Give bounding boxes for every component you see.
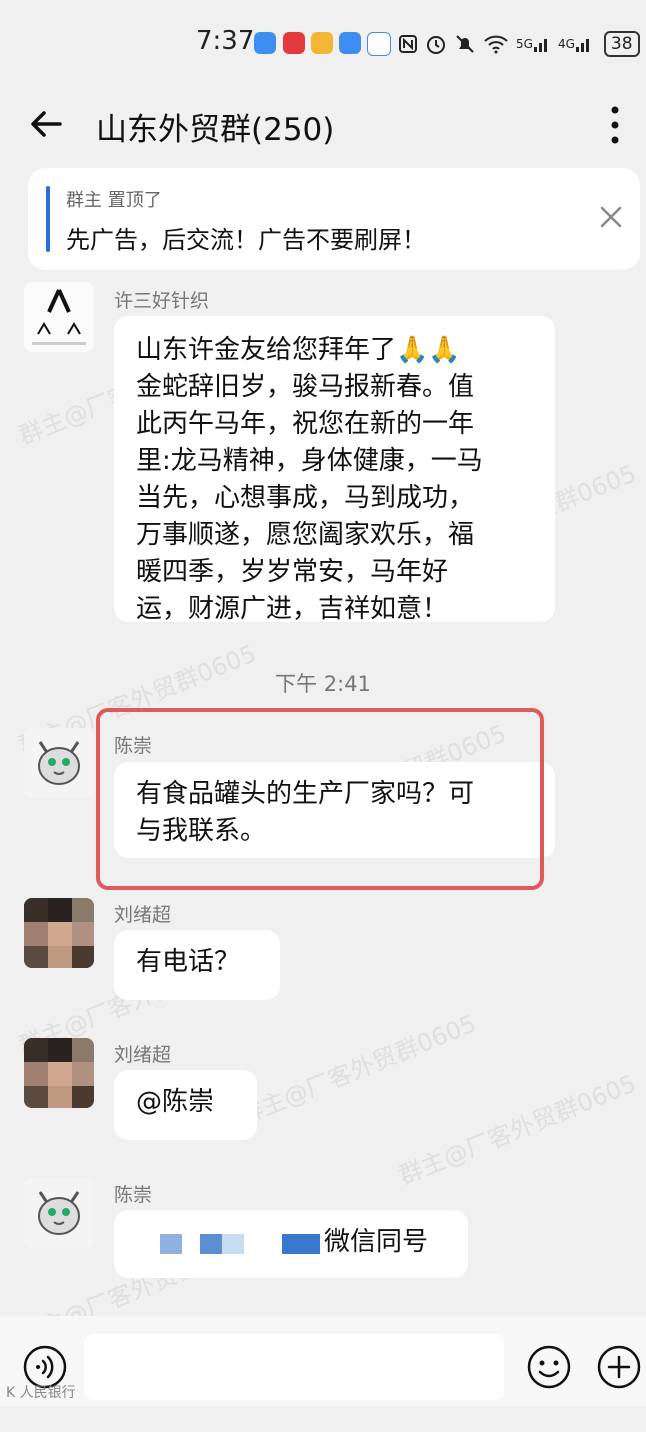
pinned-meta: 群主 置顶了	[66, 190, 162, 211]
pixelated-avatar-icon	[24, 898, 94, 968]
sender-name: 陈崇	[114, 735, 153, 757]
message-text: 微信同号	[324, 1227, 429, 1257]
redacted-number-block	[200, 1234, 222, 1254]
pinned-accent-bar	[46, 186, 50, 252]
pinned-text: 先广告，后交流！广告不要刷屏！	[66, 226, 426, 254]
cat-avatar-icon	[24, 1178, 94, 1248]
pinned-close-button[interactable]	[596, 202, 626, 232]
watermark: 群主@厂客外贸群0605	[234, 1009, 481, 1131]
sender-name: 陈崇	[114, 1184, 153, 1206]
watermark: 群主@厂客外贸群0605	[394, 1069, 641, 1191]
status-time: 7:37	[196, 26, 255, 56]
message-input[interactable]	[84, 1334, 504, 1400]
more-options-button[interactable]	[598, 102, 632, 148]
alarm-icon	[425, 31, 447, 57]
status-bar: 7:37 5G 4G 38	[0, 0, 646, 88]
emoji-icon	[527, 1345, 571, 1389]
redacted-number-block	[160, 1234, 182, 1254]
arrow-left-icon	[31, 111, 62, 137]
wifi-icon	[483, 31, 509, 57]
sender-avatar[interactable]	[24, 282, 94, 352]
signal-4g-label: 4G	[557, 37, 575, 51]
input-bar	[0, 1316, 646, 1406]
cat-avatar-icon	[24, 728, 94, 798]
sender-avatar[interactable]	[24, 1038, 94, 1108]
sender-name: 刘绪超	[114, 904, 172, 926]
pinned-announcement[interactable]: 群主 置顶了 先广告，后交流！广告不要刷屏！	[28, 168, 640, 270]
redacted-number-block	[222, 1234, 244, 1254]
message-bubble[interactable]: 微信同号	[114, 1210, 468, 1278]
corner-watermark: K 人民银行	[6, 1385, 76, 1401]
message-bubble[interactable]: 山东许金友给您拜年了🙏🙏 金蛇辞旧岁，骏马报新春。值 此丙午马年，祝您在新的一年…	[114, 316, 555, 624]
cloud2-app-icon	[339, 32, 361, 54]
time-divider: 下午 2:41	[275, 672, 371, 696]
message-bubble[interactable]: 有食品罐头的生产厂家吗？可 与我联系。	[114, 762, 555, 858]
chat-title: 山东外贸群(250)	[96, 112, 335, 148]
signal-5g-icon: 5G	[516, 31, 551, 57]
mute-bell-icon	[454, 31, 476, 57]
baidu-app-icon	[367, 32, 391, 56]
red-app-icon	[283, 32, 305, 54]
sender-name: 刘绪超	[114, 1044, 172, 1066]
sender-avatar[interactable]	[24, 898, 94, 968]
sender-name: 许三好针织	[114, 290, 210, 312]
sender-avatar[interactable]	[24, 728, 94, 798]
battery-indicator: 38	[603, 31, 640, 57]
calligraphy-avatar-icon	[24, 282, 94, 352]
message-bubble[interactable]: @陈崇	[114, 1070, 257, 1140]
redacted-number-block	[282, 1234, 320, 1254]
back-button[interactable]	[26, 104, 66, 144]
plus-circle-icon	[597, 1345, 641, 1389]
nfc-icon	[398, 31, 418, 57]
chat-header: 山东外贸群(250)	[0, 88, 646, 164]
emoji-button[interactable]	[526, 1344, 572, 1390]
add-more-button[interactable]	[596, 1344, 642, 1390]
mail-app-icon	[311, 32, 333, 54]
sender-avatar[interactable]	[24, 1178, 94, 1248]
signal-5g-label: 5G	[516, 37, 533, 51]
cloud-app-icon	[254, 32, 276, 54]
more-vertical-icon	[611, 106, 619, 144]
system-icons: 5G 4G 38	[398, 30, 640, 58]
signal-4g-icon: 4G	[558, 31, 593, 57]
close-icon	[600, 206, 622, 228]
pixelated-avatar-icon	[24, 1038, 94, 1108]
message-bubble[interactable]: 有电话？	[114, 930, 280, 1000]
